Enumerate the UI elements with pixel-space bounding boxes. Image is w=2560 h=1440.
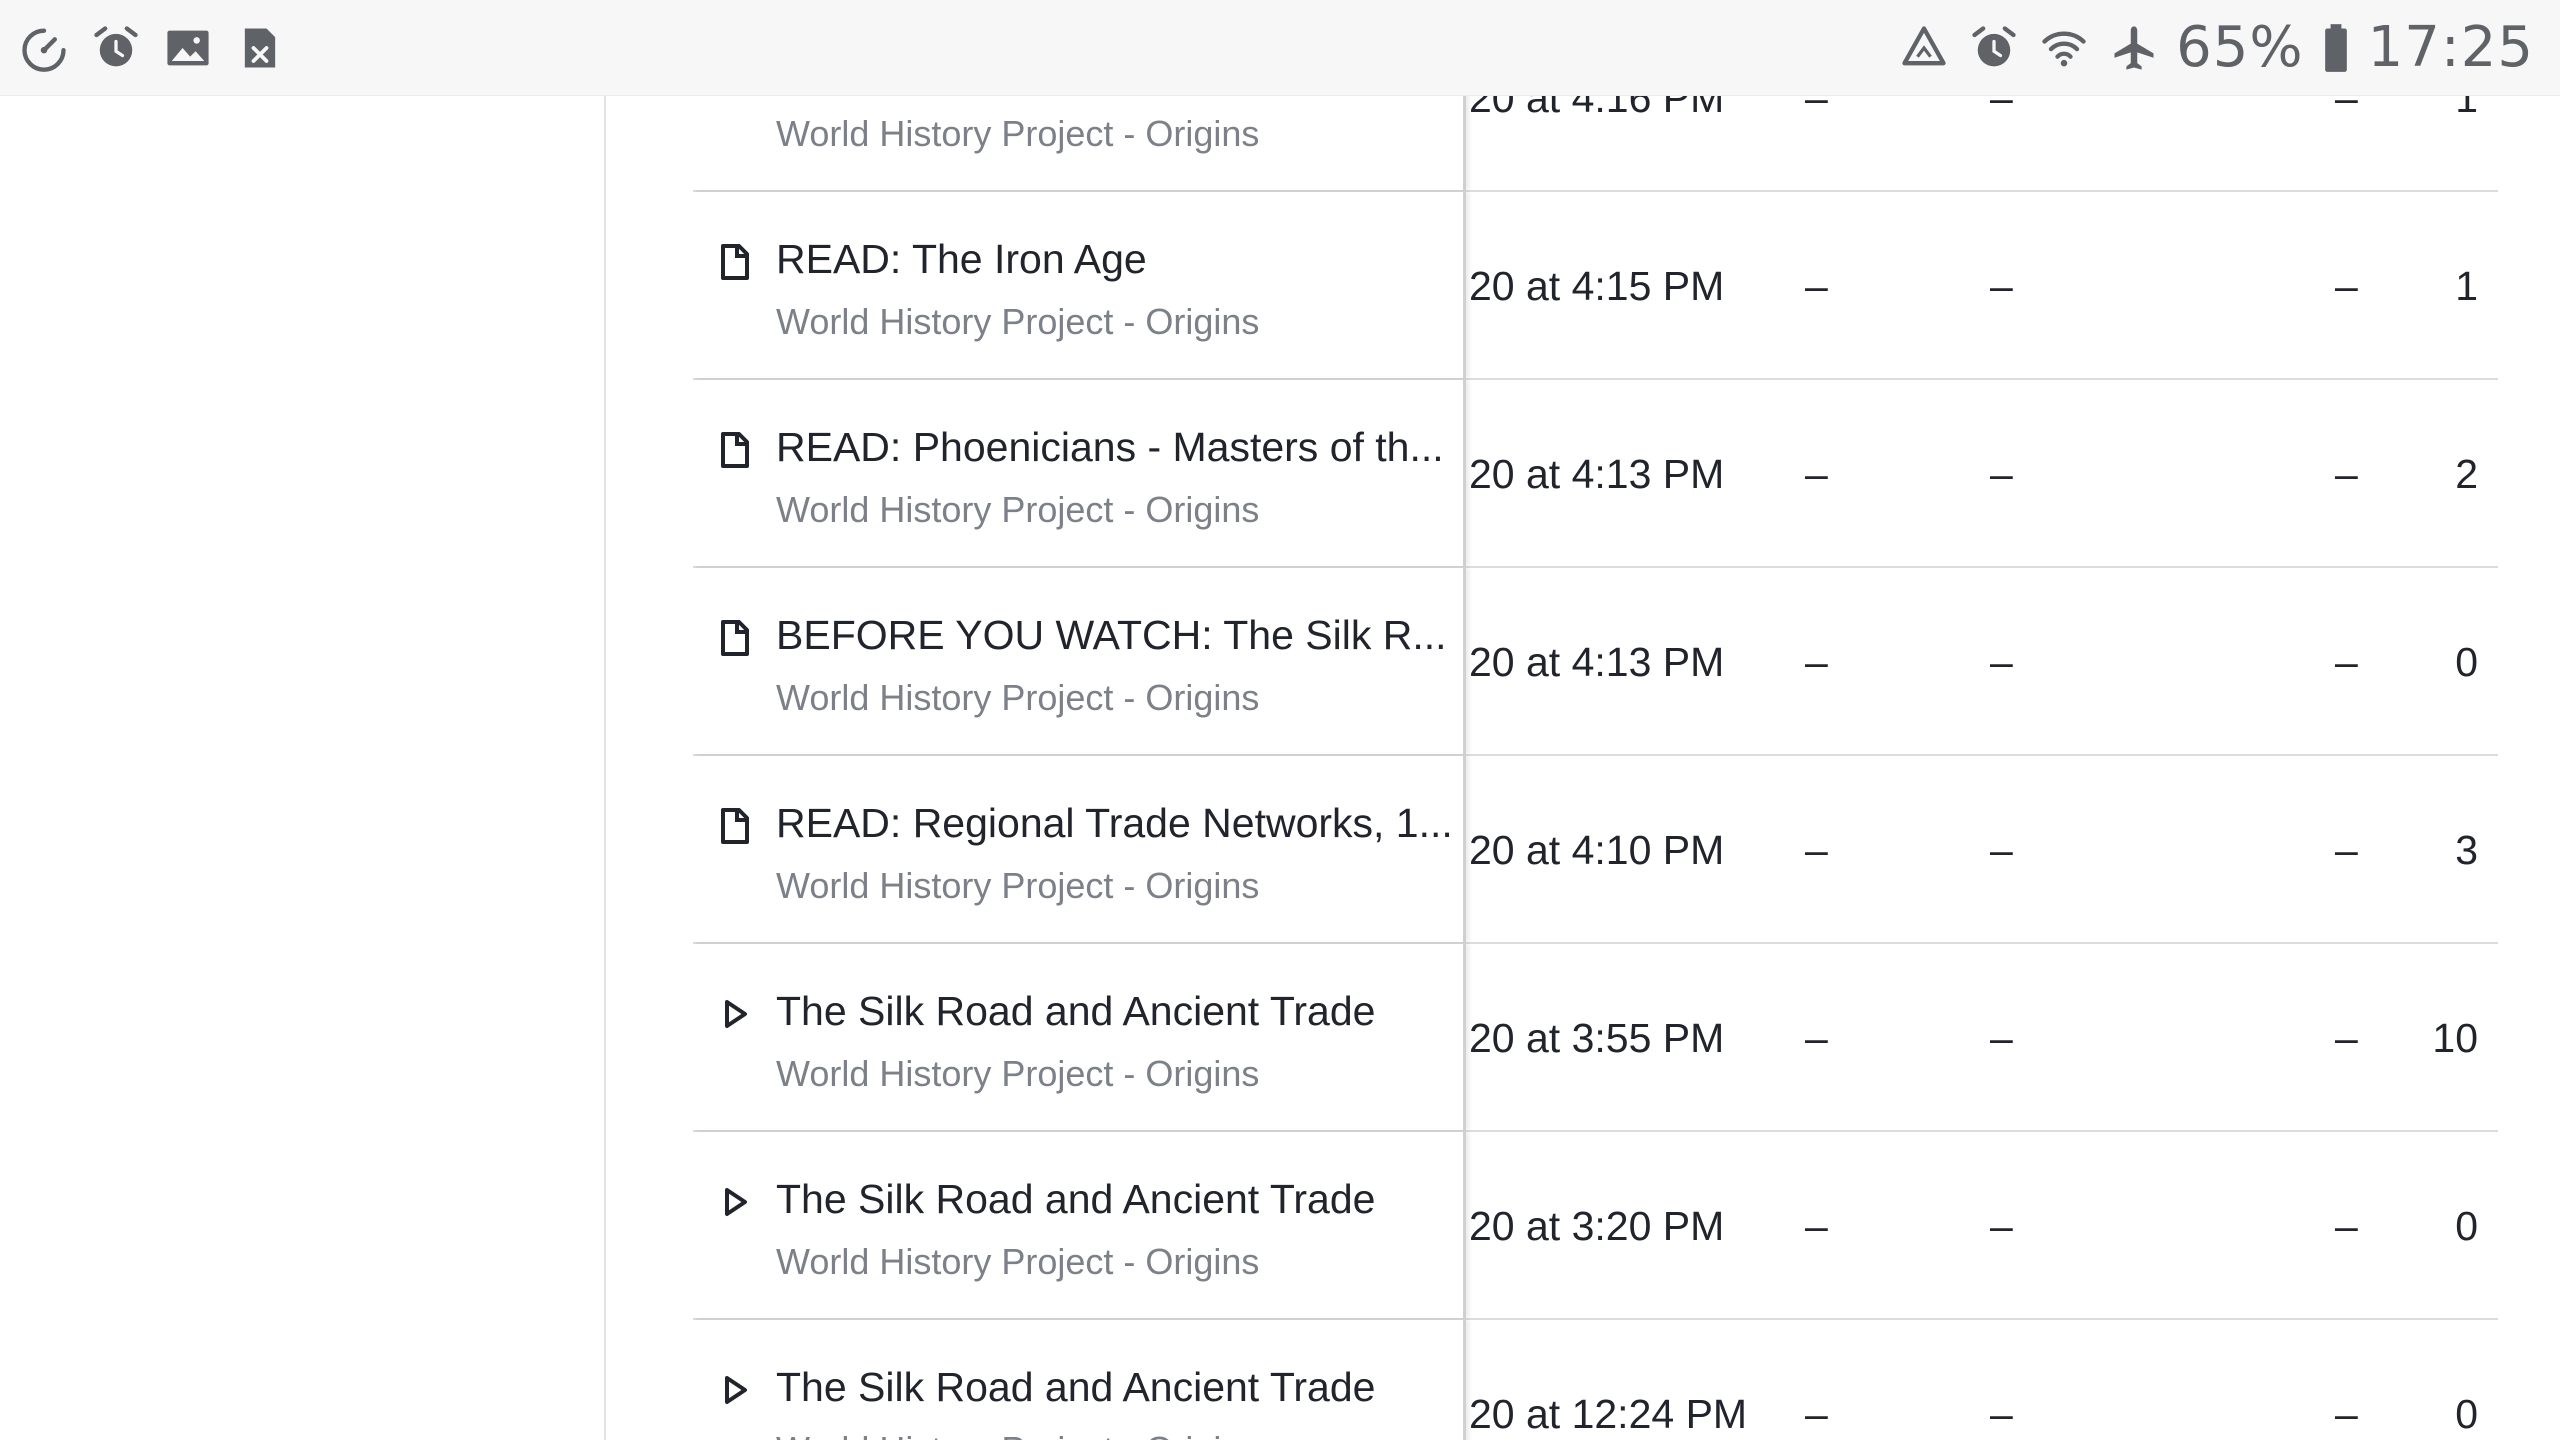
date-cell: 20 at 12:24 PM [1469, 1391, 1748, 1437]
count-cell: 2 [2455, 451, 2478, 497]
title-cell[interactable]: The Silk Road and Ancient Trade World Hi… [693, 944, 1466, 1130]
status-bar-notifications [16, 20, 288, 76]
cell-empty: – [1990, 639, 2013, 685]
cell-empty: – [2335, 1015, 2358, 1061]
airplane-mode-icon [2106, 20, 2162, 76]
cell-empty: – [1805, 263, 1828, 309]
cell-empty: – [2335, 1391, 2358, 1437]
table-row[interactable]: BEFORE YOU WATCH: The Silk R... World Hi… [693, 568, 2498, 756]
document-icon [717, 618, 753, 658]
document-icon [717, 806, 753, 846]
content-title[interactable]: The Silk Road and Ancient Trade [776, 1362, 1456, 1412]
date-cell: 20 at 4:13 PM [1469, 639, 1725, 685]
date-cell: 20 at 3:20 PM [1469, 1203, 1725, 1249]
alarm-icon [1966, 20, 2022, 76]
cell-empty: – [1990, 1391, 2013, 1437]
image-icon [160, 20, 216, 76]
cell-empty: – [2335, 451, 2358, 497]
cell-empty: – [1805, 451, 1828, 497]
count-cell: 0 [2455, 1203, 2478, 1249]
date-cell: 20 at 4:10 PM [1469, 827, 1725, 873]
close-file-icon [232, 20, 288, 76]
cell-empty: – [1805, 827, 1828, 873]
cell-empty: – [1805, 1015, 1828, 1061]
content-title[interactable]: The Silk Road and Ancient Trade [776, 1174, 1456, 1224]
content-course: World History Project - Origins [776, 113, 1260, 154]
document-icon [717, 242, 753, 282]
cell-empty: – [1990, 1015, 2013, 1061]
content-title[interactable]: READ: Phoenicians - Masters of th... [776, 422, 1456, 472]
date-cell: 20 at 4:13 PM [1469, 451, 1725, 497]
title-cell[interactable]: The Silk Road and Ancient Trade World Hi… [693, 1320, 1466, 1440]
date-cell: 20 at 3:55 PM [1469, 1015, 1725, 1061]
cell-empty: – [2335, 1203, 2358, 1249]
content-title[interactable]: READ: The Iron Age [776, 234, 1456, 284]
count-cell: 0 [2455, 1391, 2478, 1437]
play-icon [717, 994, 753, 1034]
battery-percent: 65% [2176, 15, 2304, 80]
speedometer-icon [16, 20, 72, 76]
count-cell: 1 [2455, 96, 2478, 121]
count-cell: 0 [2455, 639, 2478, 685]
count-cell: 3 [2455, 827, 2478, 873]
date-cell: 20 at 4:15 PM [1469, 263, 1725, 309]
play-icon [717, 1370, 753, 1410]
cell-empty: – [2335, 96, 2358, 121]
count-cell: 10 [2432, 1015, 2478, 1061]
table-row[interactable]: READ: Phoenicians - Masters of th... Wor… [693, 380, 2498, 568]
clock: 17:25 [2367, 15, 2534, 80]
cell-empty: – [1990, 263, 2013, 309]
table-row[interactable]: The Silk Road and Ancient Trade World Hi… [693, 1320, 2498, 1440]
content-title[interactable]: The Silk Road and Ancient Trade [776, 986, 1456, 1036]
activity-rows: World History Project - Origins 20 at 4:… [693, 96, 2498, 1440]
title-cell[interactable]: World History Project - Origins [693, 96, 1466, 190]
cell-empty: – [2335, 263, 2358, 309]
title-cell[interactable]: READ: Phoenicians - Masters of th... Wor… [693, 380, 1466, 566]
table-row[interactable]: READ: The Iron Age World History Project… [693, 192, 2498, 380]
cell-empty: – [1990, 451, 2013, 497]
left-sidebar [0, 96, 606, 1440]
cell-empty: – [1990, 1203, 2013, 1249]
cell-empty: – [1805, 1391, 1828, 1437]
count-cell: 1 [2455, 263, 2478, 309]
table-row[interactable]: READ: Regional Trade Networks, 1... Worl… [693, 756, 2498, 944]
table-row[interactable]: World History Project - Origins 20 at 4:… [693, 96, 2498, 192]
table-row[interactable]: The Silk Road and Ancient Trade World Hi… [693, 1132, 2498, 1320]
data-saver-icon [1896, 20, 1952, 76]
cell-empty: – [1805, 1203, 1828, 1249]
cell-empty: – [1805, 96, 1828, 121]
title-cell[interactable]: The Silk Road and Ancient Trade World Hi… [693, 1132, 1466, 1318]
content-course: World History Project - Origins [776, 677, 1260, 718]
document-icon [717, 430, 753, 470]
cell-empty: – [2335, 827, 2358, 873]
cell-empty: – [2335, 639, 2358, 685]
title-cell[interactable]: BEFORE YOU WATCH: The Silk R... World Hi… [693, 568, 1466, 754]
activity-table[interactable]: World History Project - Origins 20 at 4:… [693, 96, 2498, 1440]
content-course: World History Project - Origins [776, 1428, 1259, 1440]
title-cell[interactable]: READ: Regional Trade Networks, 1... Worl… [693, 756, 1466, 942]
title-cell[interactable]: READ: The Iron Age World History Project… [693, 192, 1466, 378]
content-course: World History Project - Origins [776, 1053, 1260, 1094]
content-course: World History Project - Origins [776, 301, 1260, 342]
content-title[interactable]: BEFORE YOU WATCH: The Silk R... [776, 610, 1456, 660]
play-icon [717, 1182, 753, 1222]
content-title[interactable]: READ: Regional Trade Networks, 1... [776, 798, 1456, 848]
cell-empty: – [1805, 639, 1828, 685]
status-bar-system: 65% 17:25 [1896, 16, 2534, 80]
cell-empty: – [1990, 96, 2013, 121]
alarm-icon [88, 20, 144, 76]
table-row[interactable]: The Silk Road and Ancient Trade World Hi… [693, 944, 2498, 1132]
content-course: World History Project - Origins [776, 489, 1260, 530]
cell-empty: – [1990, 827, 2013, 873]
battery-icon [2318, 20, 2354, 76]
date-cell: 20 at 4:16 PM [1469, 96, 1725, 121]
content-course: World History Project - Origins [776, 865, 1260, 906]
content-course: World History Project - Origins [776, 1241, 1260, 1282]
status-bar: 65% 17:25 [0, 0, 2560, 96]
wifi-icon [2036, 20, 2092, 76]
